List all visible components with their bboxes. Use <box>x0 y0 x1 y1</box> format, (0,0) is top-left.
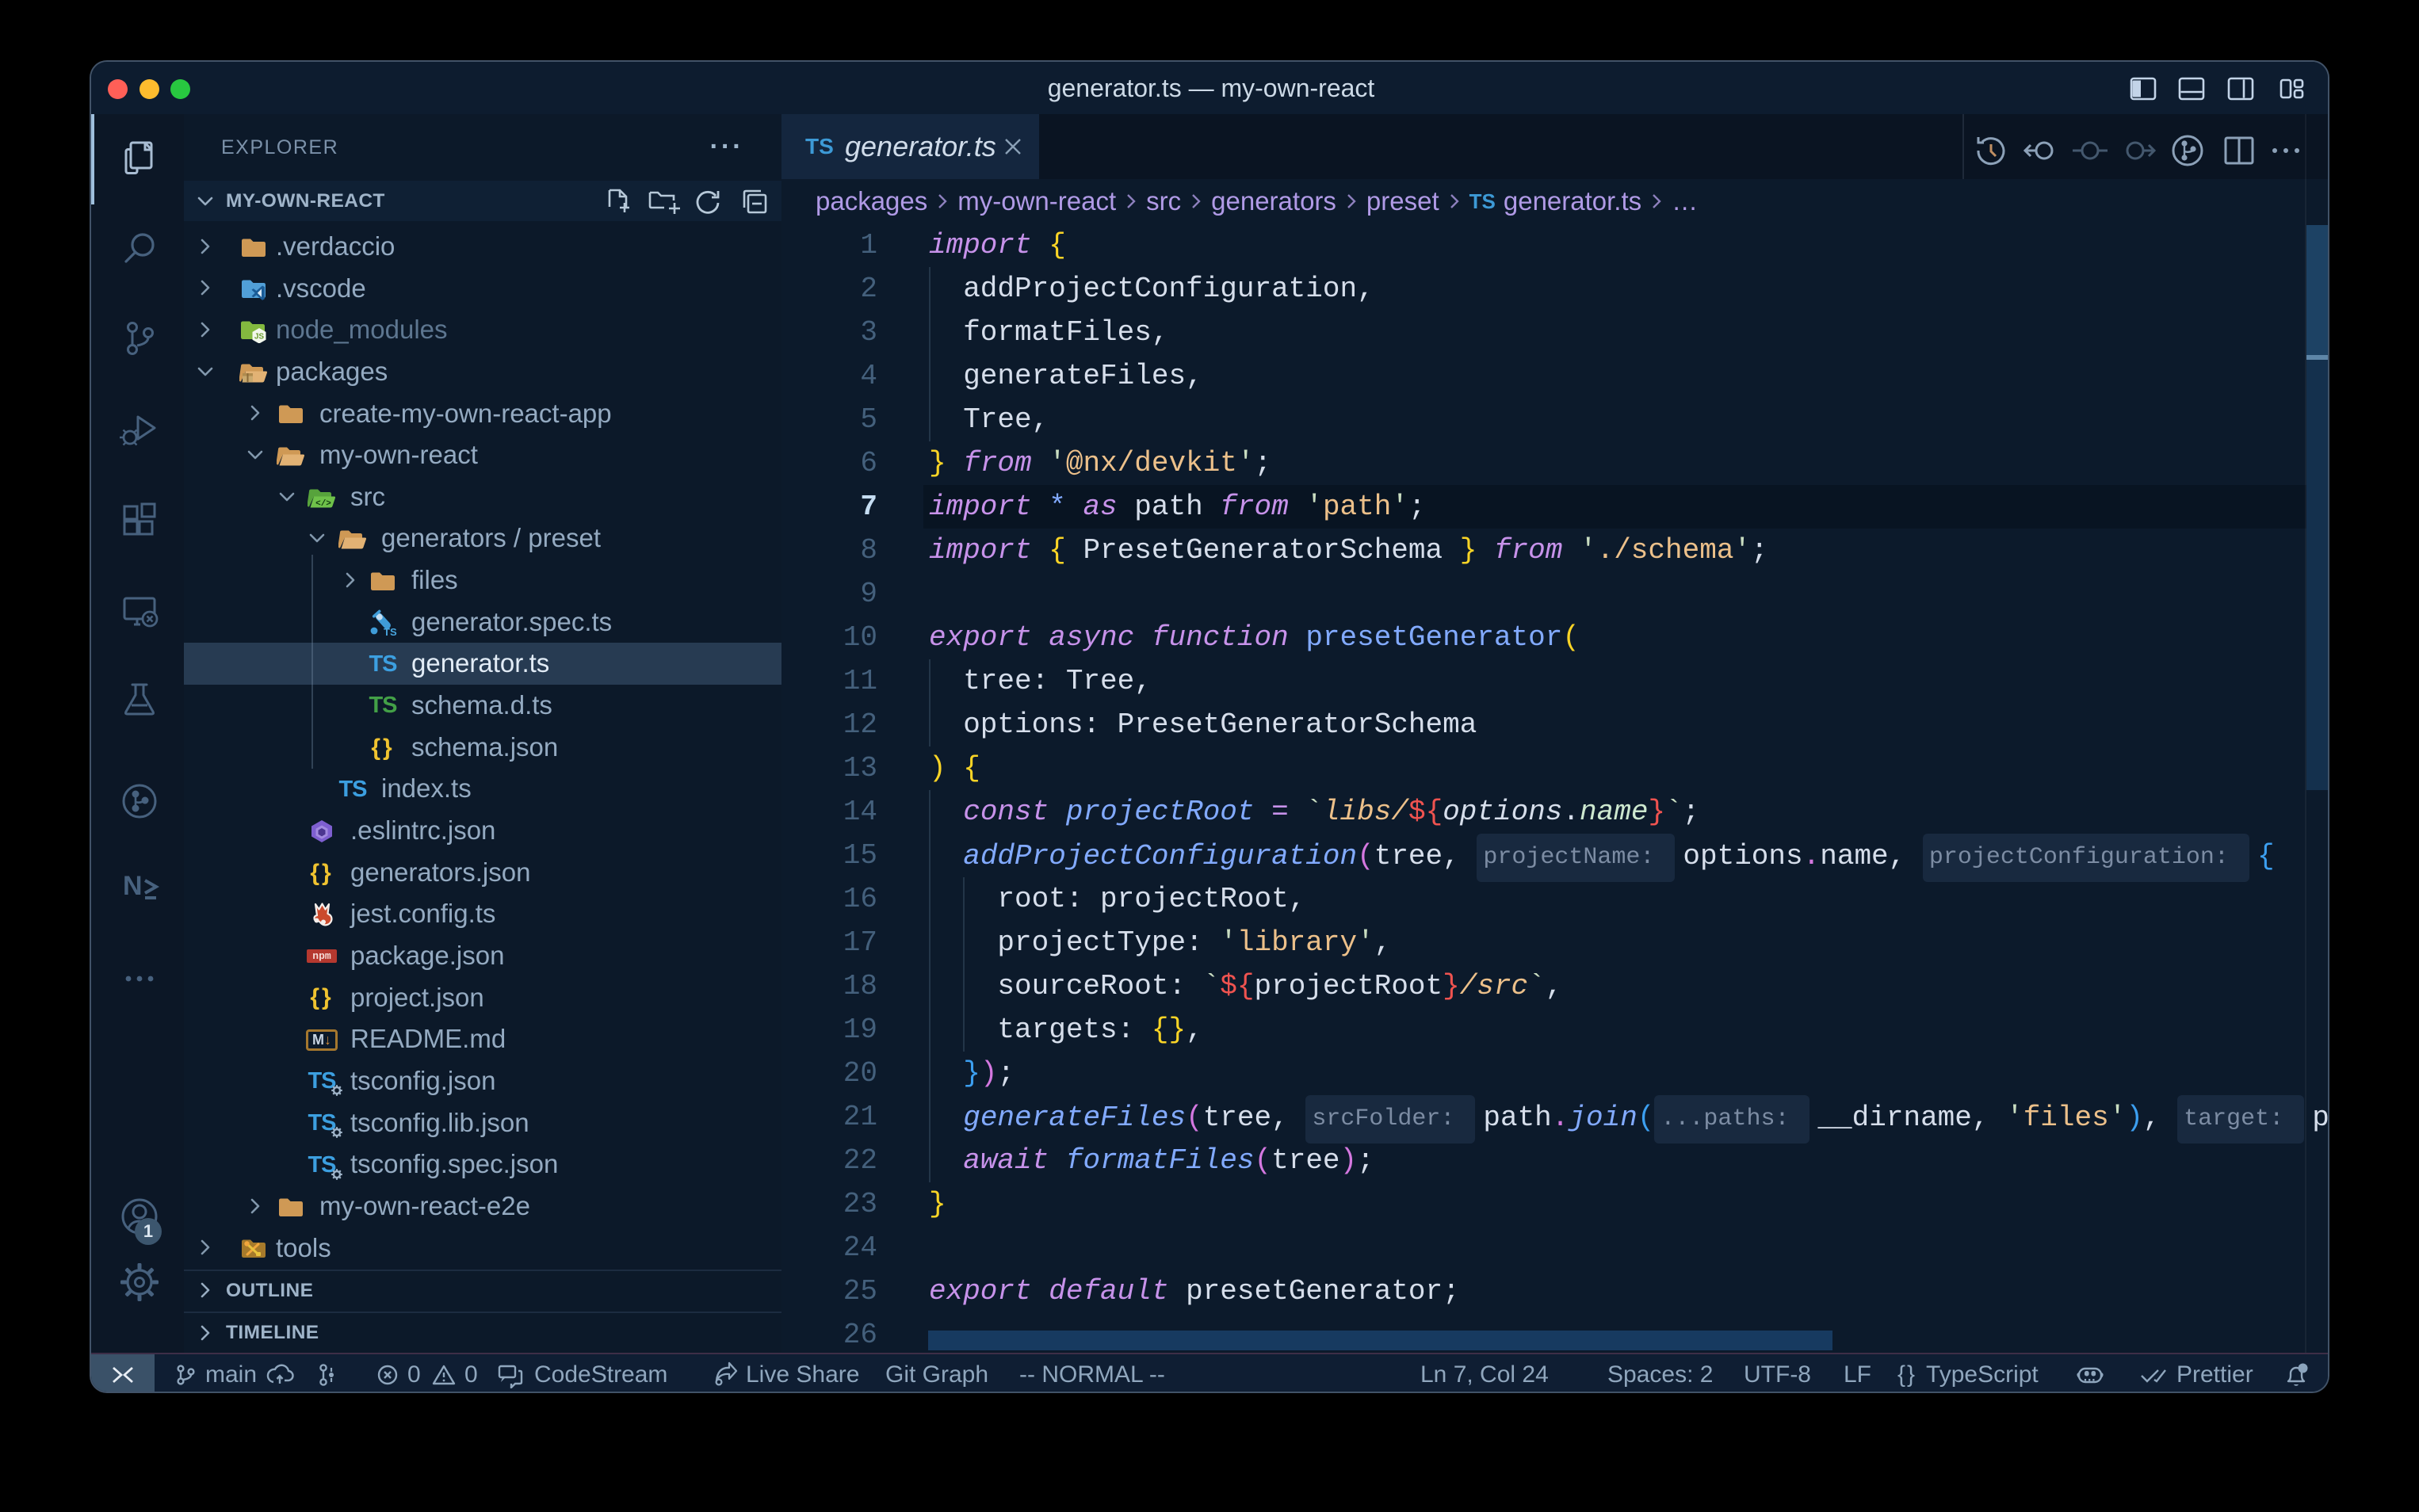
svg-text:N: N <box>123 871 143 901</box>
svg-text:JS: JS <box>254 333 265 342</box>
svg-text:</>: </> <box>315 499 331 509</box>
svg-text:TS: TS <box>384 626 397 636</box>
